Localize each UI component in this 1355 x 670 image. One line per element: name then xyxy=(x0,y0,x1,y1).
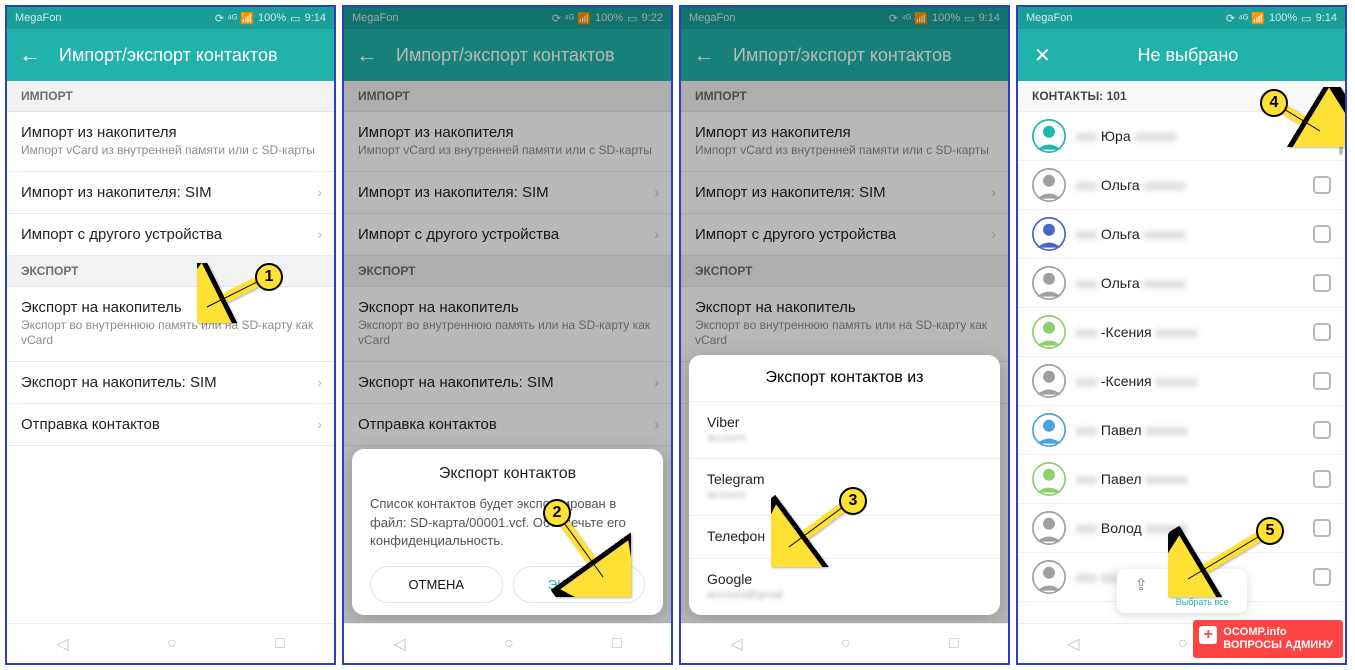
nav-bar: ◁○□ xyxy=(681,623,1008,663)
nav-home-icon[interactable]: ○ xyxy=(167,635,177,653)
phone-screen-2: MegaFon ⟳ ⁴ᴳ 📶 100% ▭ 9:22 ← Импорт/эксп… xyxy=(342,5,673,665)
annotation-marker-4: 4 xyxy=(1258,87,1347,152)
checkbox[interactable] xyxy=(1313,225,1331,243)
sheet-item-viber[interactable]: Viberaccount xyxy=(689,402,1000,459)
phone-screen-3: MegaFon ⟳ ⁴ᴳ 📶 100% ▭ 9:14 ← Импорт/эксп… xyxy=(679,5,1010,665)
chevron-right-icon: › xyxy=(317,226,322,242)
dialog-title: Экспорт контактов xyxy=(370,465,645,483)
checkbox[interactable] xyxy=(1313,372,1331,390)
avatar-icon xyxy=(1032,462,1066,496)
checkbox[interactable] xyxy=(1313,274,1331,292)
phone-screen-4: MegaFon ⟳ ⁴ᴳ 📶 100% ▭ 9:14 ✕ Не выбрано … xyxy=(1016,5,1347,665)
nav-bar: ◁○□ xyxy=(344,623,671,663)
cancel-button[interactable]: ОТМЕНА xyxy=(370,566,503,603)
phone-screen-1: MegaFon ⟳ ⁴ᴳ 📶 100% ▭ 9:14 ← Импорт/эксп… xyxy=(5,5,336,665)
watermark: + OCOMP.info ВОПРОСЫ АДМИНУ xyxy=(1193,620,1343,658)
checkbox[interactable] xyxy=(1313,421,1331,439)
annotation-marker-3: 3 xyxy=(771,487,871,572)
avatar-icon xyxy=(1032,560,1066,594)
contact-row[interactable]: xxx Ольга xxxxxx xyxy=(1018,210,1345,259)
status-bar: MegaFon ⟳ ⁴ᴳ 📶 100% ▭ 9:14 xyxy=(7,7,334,29)
plus-icon: + xyxy=(1199,626,1217,644)
page-title: Не выбрано xyxy=(1043,45,1333,66)
checkbox[interactable] xyxy=(1313,176,1331,194)
contact-row[interactable]: xxx Павел xxxxxx xyxy=(1018,455,1345,504)
contact-row[interactable]: xxx -Ксения xxxxxx xyxy=(1018,357,1345,406)
sheet-title: Экспорт контактов из xyxy=(689,355,1000,402)
contact-name: xxx -Ксения xxxxxx xyxy=(1076,373,1303,389)
share-button[interactable]: ⇪ xyxy=(1134,575,1147,607)
annotation-marker-1: 1 xyxy=(197,263,287,328)
checkbox[interactable] xyxy=(1313,323,1331,341)
section-import: ИМПОРТ xyxy=(7,81,334,112)
chevron-right-icon: › xyxy=(317,184,322,200)
checkbox[interactable] xyxy=(1313,519,1331,537)
contact-row[interactable]: xxx -Ксения xxxxxx xyxy=(1018,308,1345,357)
contact-name: xxx Павел xxxxxx xyxy=(1076,422,1303,438)
nav-bar: ◁ ○ □ xyxy=(7,623,334,663)
chevron-right-icon: › xyxy=(317,374,322,390)
contact-name: xxx Ольга xxxxxx xyxy=(1076,177,1303,193)
import-sim[interactable]: Импорт из накопителя: SIM › xyxy=(7,172,334,214)
contact-row[interactable]: xxx Ольга xxxxxx xyxy=(1018,259,1345,308)
checkbox[interactable] xyxy=(1313,470,1331,488)
contact-row[interactable]: xxx Павел xxxxxx xyxy=(1018,406,1345,455)
contact-name: xxx Ольга xxxxxx xyxy=(1076,275,1303,291)
app-bar: ✕ Не выбрано xyxy=(1018,29,1345,81)
annotation-marker-2: 2 xyxy=(541,497,631,602)
avatar-icon xyxy=(1032,413,1066,447)
carrier-label: MegaFon xyxy=(15,12,61,24)
nav-recent-icon[interactable]: □ xyxy=(275,635,285,653)
import-other-device[interactable]: Импорт с другого устройства › xyxy=(7,214,334,256)
contact-name: xxx Ольга xxxxxx xyxy=(1076,226,1303,242)
import-storage[interactable]: Импорт из накопителя Импорт vCard из вну… xyxy=(7,112,334,172)
avatar-icon xyxy=(1032,364,1066,398)
status-bar: MegaFon ⟳ ⁴ᴳ 📶 100% ▭ 9:14 xyxy=(1018,7,1345,29)
contact-name: xxx Павел xxxxxx xyxy=(1076,471,1303,487)
export-sim[interactable]: Экспорт на накопитель: SIM › xyxy=(7,362,334,404)
export-from-sheet: Экспорт контактов из Viberaccount Telegr… xyxy=(689,355,1000,615)
contact-name: xxx -Ксения xxxxxx xyxy=(1076,324,1303,340)
back-icon[interactable]: ← xyxy=(19,42,41,68)
avatar-icon xyxy=(1032,266,1066,300)
nav-back-icon[interactable]: ◁ xyxy=(56,634,68,654)
status-right: ⟳ ⁴ᴳ 📶 100% ▭ 9:14 xyxy=(215,12,326,25)
contact-row[interactable]: xxx Ольга xxxxxx xyxy=(1018,161,1345,210)
avatar-icon xyxy=(1032,168,1066,202)
page-title: Импорт/экспорт контактов xyxy=(59,45,278,66)
app-bar: ← Импорт/экспорт контактов xyxy=(7,29,334,81)
annotation-marker-5: 5 xyxy=(1168,517,1288,602)
send-contacts[interactable]: Отправка контактов › xyxy=(7,404,334,446)
chevron-right-icon: › xyxy=(317,416,322,432)
avatar-icon xyxy=(1032,119,1066,153)
avatar-icon xyxy=(1032,511,1066,545)
checkbox[interactable] xyxy=(1313,568,1331,586)
avatar-icon xyxy=(1032,217,1066,251)
avatar-icon xyxy=(1032,315,1066,349)
